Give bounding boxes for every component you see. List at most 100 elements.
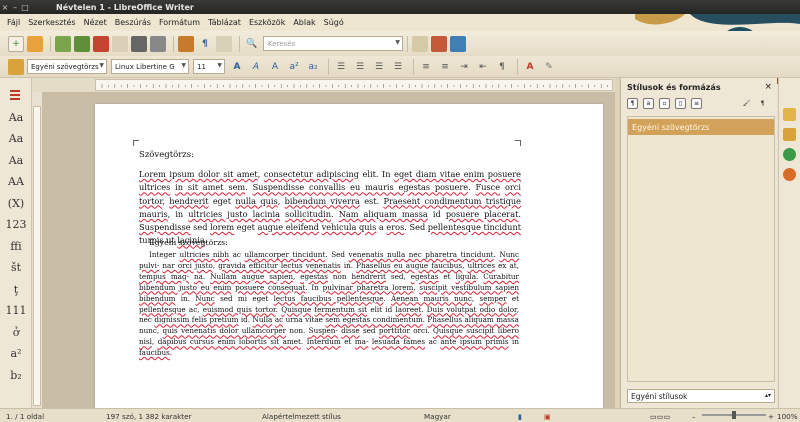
menu-item[interactable]: Szerkesztés xyxy=(24,18,79,27)
character-style-preset[interactable]: ţ xyxy=(4,280,28,298)
zoom-out-icon[interactable]: – xyxy=(692,412,696,421)
font-color-icon[interactable]: A xyxy=(522,59,538,75)
zoom-slider-knob[interactable] xyxy=(732,411,736,419)
page-styles-icon[interactable]: ▯ xyxy=(675,98,686,109)
font-size-select[interactable]: 11 ▼ xyxy=(193,59,225,74)
menu-item[interactable]: Táblázat xyxy=(204,18,245,27)
menu-item[interactable]: Eszközök xyxy=(245,18,289,27)
superscript-icon[interactable]: a² xyxy=(286,59,302,75)
paragraph-body[interactable]: Lorem ipsum dolor sit amet, consectetur … xyxy=(139,168,521,248)
character-style-preset[interactable]: ở xyxy=(4,323,28,341)
paragraph-icon[interactable]: ¶ xyxy=(494,59,510,75)
highlight-icon[interactable]: ✎ xyxy=(541,59,557,75)
new-style-icon[interactable]: ¶ xyxy=(757,98,768,109)
print-icon[interactable] xyxy=(131,35,147,52)
character-style-preset[interactable]: Aa xyxy=(4,108,28,126)
status-word-count[interactable]: 197 szó, 1 382 karakter xyxy=(106,412,192,421)
status-page-style[interactable]: Alapértelmezett stílus xyxy=(262,412,341,421)
character-style-preset[interactable]: ffi xyxy=(4,237,28,255)
gallery-deck-icon[interactable] xyxy=(783,148,796,161)
formatting-marks-icon[interactable]: ¶ xyxy=(197,36,213,52)
menu-item[interactable]: Súgó xyxy=(320,18,348,27)
print-preview-icon[interactable] xyxy=(150,35,166,52)
font-name-select[interactable]: Linux Libertine G ▼ xyxy=(111,59,189,74)
italic-icon[interactable]: A xyxy=(248,59,264,75)
styles-icon[interactable] xyxy=(8,58,24,75)
align-left-icon[interactable]: ☰ xyxy=(333,59,349,75)
status-language[interactable]: Magyar xyxy=(424,412,451,421)
menu-item[interactable]: Ablak xyxy=(289,18,319,27)
style-filter-select[interactable]: Egyéni stílusok ▴▾ xyxy=(627,389,775,403)
paragraph-styles-icon[interactable]: ¶ xyxy=(627,98,638,109)
paragraph-mark-icon[interactable] xyxy=(10,90,20,102)
close-window-icon[interactable]: × xyxy=(0,3,10,12)
text-run: in. xyxy=(340,260,357,270)
character-style-preset[interactable]: Aa xyxy=(4,130,28,148)
frame-styles-icon[interactable]: ▫ xyxy=(659,98,670,109)
view-layout-icon[interactable]: ▭▭▭ xyxy=(650,412,670,421)
export-icon[interactable] xyxy=(74,35,90,52)
status-page[interactable]: 1. / 1 oldal xyxy=(6,412,44,421)
justify-icon[interactable]: ☰ xyxy=(390,59,406,75)
align-center-icon[interactable]: ☰ xyxy=(352,59,368,75)
chevron-down-icon[interactable]: ▼ xyxy=(181,62,186,69)
menu-item[interactable]: Beszúrás xyxy=(111,18,155,27)
character-style-preset[interactable]: a² xyxy=(4,345,28,363)
find-icon[interactable]: 🔍 xyxy=(244,36,260,52)
search-input[interactable]: Keresés ▼ xyxy=(263,36,403,51)
style-filter-value: Egyéni stílusok xyxy=(631,391,688,401)
outdent-icon[interactable]: ⇤ xyxy=(475,59,491,75)
minimize-window-icon[interactable]: – xyxy=(10,3,20,12)
character-style-preset[interactable]: 123 xyxy=(4,216,28,234)
chevron-down-icon[interactable]: ▴▾ xyxy=(765,392,771,399)
character-style-preset[interactable]: Aa xyxy=(4,151,28,169)
document-page[interactable]: Szövegtörzs: Lorem ipsum dolor sit amet,… xyxy=(95,104,603,408)
character-style-preset[interactable]: b₂ xyxy=(4,366,28,384)
open-folder-icon[interactable] xyxy=(27,35,43,52)
chevron-down-icon[interactable]: ▼ xyxy=(395,39,400,46)
styles-deck-icon[interactable] xyxy=(783,128,796,141)
horizontal-ruler[interactable] xyxy=(95,79,613,91)
clone-formatting-icon[interactable] xyxy=(178,35,194,52)
character-styles-icon[interactable]: a xyxy=(643,98,654,109)
subscript-icon[interactable]: a₂ xyxy=(305,59,321,75)
insert-image-icon[interactable] xyxy=(431,35,447,52)
properties-deck-icon[interactable] xyxy=(783,108,796,121)
bold-icon[interactable]: A xyxy=(229,59,245,75)
style-list-item-selected[interactable]: Egyéni szövegtörzs xyxy=(628,119,774,135)
character-style-preset[interactable]: (X) xyxy=(4,194,28,212)
zoom-slider[interactable] xyxy=(702,411,766,419)
new-document-icon[interactable]: + xyxy=(8,35,24,52)
email-icon[interactable] xyxy=(112,35,128,52)
selection-mode-icon[interactable]: ▣ xyxy=(544,412,551,421)
spellcheck-icon[interactable] xyxy=(216,35,232,52)
insert-mode-icon[interactable]: ▮ xyxy=(518,412,522,421)
character-style-preset[interactable]: št xyxy=(4,259,28,277)
zoom-in-icon[interactable]: + xyxy=(768,412,774,421)
menu-item[interactable]: Formátum xyxy=(155,18,204,27)
chevron-down-icon[interactable]: ▼ xyxy=(217,62,222,69)
paragraph-custom-body[interactable]: Integer ultricies nibh ac ullamcorper ti… xyxy=(139,250,519,359)
menu-item[interactable]: Nézet xyxy=(80,18,111,27)
navigator-deck-icon[interactable] xyxy=(783,168,796,181)
vertical-ruler[interactable] xyxy=(33,106,41,406)
maximize-window-icon[interactable]: □ xyxy=(20,3,30,12)
underline-icon[interactable]: A xyxy=(267,59,283,75)
bullet-list-icon[interactable]: ≡ xyxy=(418,59,434,75)
close-icon[interactable]: × xyxy=(764,82,772,92)
character-style-preset[interactable]: 111 xyxy=(4,302,28,320)
indent-icon[interactable]: ⇥ xyxy=(456,59,472,75)
paragraph-style-select[interactable]: Egyéni szövegtörzs ▼ xyxy=(27,59,107,74)
save-icon[interactable] xyxy=(55,35,71,52)
numbered-list-icon[interactable]: ≡ xyxy=(437,59,453,75)
menu-item[interactable]: Fájl xyxy=(3,18,24,27)
character-style-preset[interactable]: AA xyxy=(4,173,28,191)
insert-chart-icon[interactable] xyxy=(450,35,466,52)
zoom-level[interactable]: 100% xyxy=(777,412,798,421)
fill-format-icon[interactable]: 🖌 xyxy=(741,98,752,109)
align-right-icon[interactable]: ☰ xyxy=(371,59,387,75)
chevron-down-icon[interactable]: ▼ xyxy=(99,62,104,69)
pdf-icon[interactable] xyxy=(93,35,109,52)
list-styles-icon[interactable]: ≡ xyxy=(691,98,702,109)
insert-table-icon[interactable] xyxy=(412,35,428,52)
